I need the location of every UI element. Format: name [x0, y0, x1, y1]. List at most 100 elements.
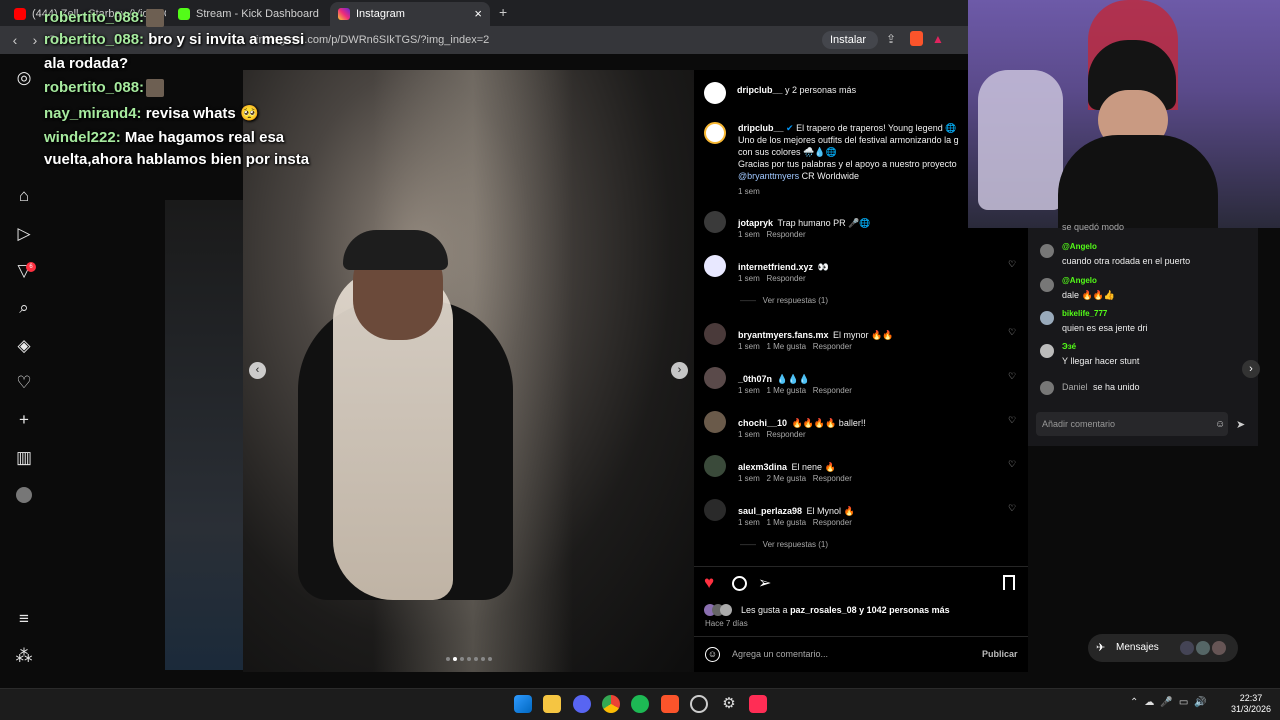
chat-username[interactable]: bikelife_777 [1062, 309, 1107, 318]
commenter-avatar[interactable] [704, 367, 726, 389]
home-icon[interactable]: ⌂ [14, 186, 34, 206]
webcam-feed [968, 0, 1280, 228]
comment-likes[interactable]: 1 Me gusta [766, 386, 806, 395]
brave-shield-icon[interactable] [910, 31, 923, 46]
comment-like-icon[interactable]: ♡ [1008, 415, 1016, 426]
kick-chat-input[interactable]: Añadir comentario [1036, 412, 1228, 436]
caption-mention[interactable]: @bryanttmyers [738, 171, 799, 181]
instagram-icon[interactable]: ◎ [14, 68, 34, 88]
comment-username[interactable]: alexm3dina [738, 462, 787, 472]
file-explorer-icon[interactable] [543, 695, 561, 713]
view-replies-label[interactable]: Ver respuestas (1) [763, 540, 828, 549]
reply-link[interactable]: Responder [813, 342, 852, 351]
reply-link[interactable]: Responder [813, 386, 852, 395]
author-username[interactable]: dripclub__ [737, 85, 783, 95]
commenter-avatar[interactable] [704, 411, 726, 433]
search-icon[interactable]: ⌕ [14, 298, 34, 318]
likes-prefix: Les gusta a [741, 605, 788, 615]
reply-link[interactable]: Responder [766, 230, 805, 239]
share-icon[interactable]: ⇪ [886, 32, 896, 46]
commenter-avatar[interactable] [704, 211, 726, 233]
commenter-avatar[interactable] [704, 499, 726, 521]
overlay-message: Mae hagamos real esa [124, 129, 285, 146]
tab-instagram[interactable]: Instagram × [330, 2, 490, 26]
coauthors-text[interactable]: y 2 personas más [785, 85, 856, 95]
send-icon[interactable]: ➤ [1236, 418, 1245, 431]
commenter-avatar[interactable] [704, 255, 726, 277]
chat-next-button[interactable]: › [1242, 360, 1260, 378]
back-icon[interactable]: ‹ [6, 31, 24, 49]
emoji-icon[interactable]: ☺ [705, 647, 720, 662]
reply-link[interactable]: Responder [813, 518, 852, 527]
more-icon[interactable]: ⁂ [14, 646, 34, 666]
emoji-icon[interactable]: ☺ [1215, 419, 1225, 430]
comment-username[interactable]: internetfriend.xyz [738, 262, 813, 272]
likes-count[interactable]: y 1042 personas más [859, 605, 950, 615]
taskbar-clock[interactable]: 22:37 31/3/2026 [1226, 693, 1276, 715]
menu-icon[interactable]: ≡ [14, 609, 34, 629]
create-icon[interactable]: + [14, 410, 34, 430]
profile-avatar[interactable] [16, 487, 32, 503]
reply-link[interactable]: Responder [766, 430, 805, 439]
view-replies[interactable]: —— Ver respuestas (1) [740, 296, 828, 305]
comment-like-icon[interactable]: ♡ [1008, 371, 1016, 382]
likes-user[interactable]: paz_rosales_08 [790, 605, 857, 615]
likes-summary[interactable]: Les gusta a paz_rosales_08 y 1042 person… [741, 605, 950, 615]
commenter-avatar[interactable] [704, 455, 726, 477]
tiktok-icon[interactable] [749, 695, 767, 713]
comment-like-icon[interactable]: ♡ [1008, 259, 1016, 270]
comment-username[interactable]: jotapryk [738, 218, 773, 228]
url-field[interactable]: instagram.com/p/DWRn6SIkTGS/?img_index=2 [232, 30, 812, 50]
reply-link[interactable]: Responder [813, 474, 852, 483]
windows-start-icon[interactable] [514, 695, 532, 713]
comment-username[interactable]: bryantmyers.fans.mx [738, 330, 829, 340]
chat-username[interactable]: Эзé [1062, 342, 1076, 351]
comment-input[interactable]: Agrega un comentario... [732, 649, 828, 659]
settings-icon[interactable]: ⚙ [720, 695, 738, 713]
comment-text: El mynor 🔥🔥 [833, 330, 894, 340]
comment-icon[interactable] [732, 576, 747, 591]
post-image[interactable] [243, 70, 694, 672]
comment-username[interactable]: _0th07n [738, 374, 772, 384]
discord-icon[interactable] [573, 695, 591, 713]
reels-icon[interactable]: ▷ [14, 224, 34, 244]
carousel-next-button[interactable]: › [671, 362, 688, 379]
comment-like-icon[interactable]: ♡ [1008, 459, 1016, 470]
reply-link[interactable]: Responder [766, 274, 805, 283]
chat-username[interactable]: @Angelo [1062, 276, 1097, 285]
publish-button[interactable]: Publicar [982, 649, 1018, 659]
chat-username[interactable]: @Angelo [1062, 242, 1097, 251]
spotify-icon[interactable] [631, 695, 649, 713]
close-tab-icon[interactable]: × [474, 2, 482, 26]
rewards-icon[interactable]: ▲ [932, 32, 944, 46]
save-icon[interactable] [1003, 575, 1015, 590]
insights-icon[interactable]: ▥ [14, 448, 34, 468]
comment-like-icon[interactable]: ♡ [1008, 503, 1016, 514]
comment-username[interactable]: saul_perlaza98 [738, 506, 802, 516]
explore-icon[interactable]: ◈ [14, 336, 34, 356]
like-icon[interactable]: ♥ [704, 573, 714, 593]
comment-likes[interactable]: 1 Me gusta [766, 518, 806, 527]
commenter-avatar[interactable] [704, 323, 726, 345]
comment-likes[interactable]: 1 Me gusta [766, 342, 806, 351]
join-username[interactable]: Daniel [1062, 382, 1088, 392]
new-tab-button[interactable]: + [499, 4, 507, 20]
share-icon[interactable]: ➢ [758, 573, 771, 593]
caption-avatar[interactable] [704, 122, 726, 144]
comment-username[interactable]: chochi__10 [738, 418, 787, 428]
obs-icon[interactable] [690, 695, 708, 713]
system-tray-icons[interactable]: ⌃☁🎤▭🔊 [1130, 697, 1213, 708]
carousel-prev-button[interactable]: ‹ [249, 362, 266, 379]
heart-icon[interactable]: ♡ [14, 373, 34, 393]
view-replies[interactable]: —— Ver respuestas (1) [740, 540, 828, 549]
author-avatar[interactable] [704, 82, 726, 104]
comment-like-icon[interactable]: ♡ [1008, 327, 1016, 338]
install-button[interactable]: Instalar [822, 31, 878, 49]
chrome-icon[interactable] [602, 695, 620, 713]
comment-likes[interactable]: 2 Me gusta [766, 474, 806, 483]
view-replies-label[interactable]: Ver respuestas (1) [763, 296, 828, 305]
brave-icon[interactable] [661, 695, 679, 713]
forward-icon[interactable]: › [26, 31, 44, 49]
caption-username[interactable]: dripclub__ [738, 123, 784, 133]
clock-time: 22:37 [1239, 693, 1263, 703]
